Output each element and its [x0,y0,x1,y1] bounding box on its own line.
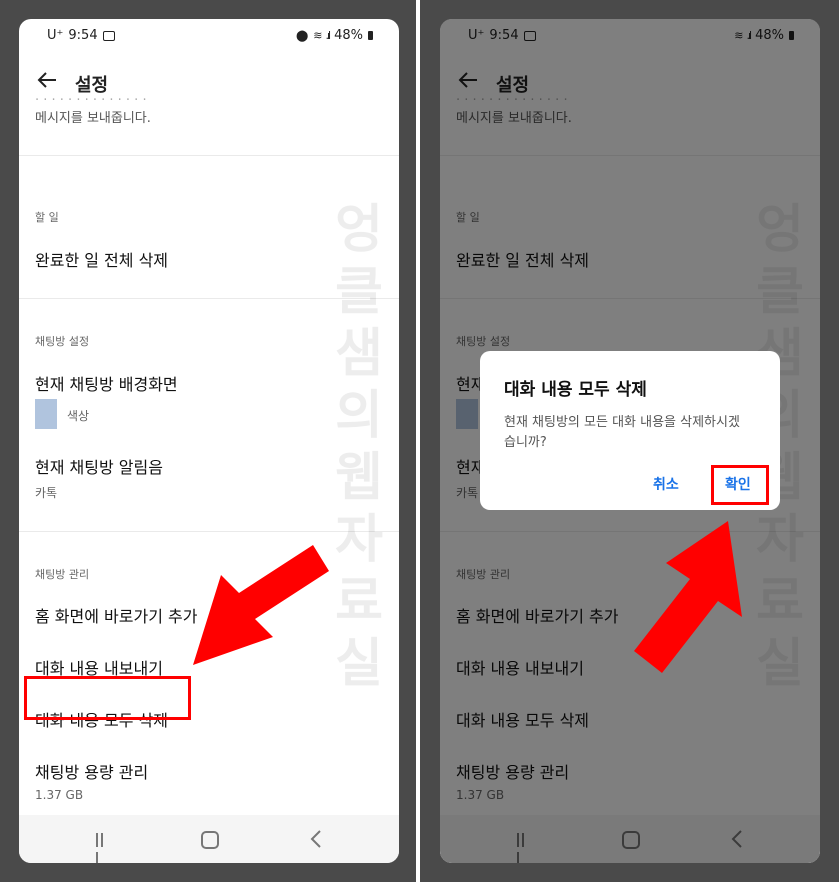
notification-sub: 카톡 [35,486,58,500]
highlight-box [711,465,769,505]
section-divider [19,155,399,156]
wifi-icon: ≋ [313,29,322,42]
phone-screen-left: U⁺ 9:54 ⬤ ≋ .ıl 48% 설정 · · · · · · · · ·… [19,19,399,863]
pointer-arrow-icon [634,521,742,673]
add-shortcut-item[interactable]: 홈 화면에 바로가기 추가 [35,603,197,627]
intro-text: 메시지를 보내줍니다. [35,111,151,126]
carrier-label: U⁺ [47,28,64,43]
clock: 9:54 [68,28,98,43]
dialog-message: 현재 채팅방의 모든 대화 내용을 삭제하시겠습니까? [504,415,740,450]
navigation-bar [19,815,399,863]
signal-icon: .ıl [325,29,330,42]
highlight-box [24,676,191,720]
notification-item[interactable]: 현재 채팅방 알림음 [35,454,163,478]
location-icon: ⬤ [295,29,309,42]
section-header-chatroom-settings: 채팅방 설정 [35,335,90,348]
battery-icon [368,31,373,40]
background-sub: 색상 [67,409,90,423]
gallery-icon [102,30,115,41]
panel-divider [416,0,420,882]
phone-screen-right: U⁺ 9:54 ≋ .ıl 48% 설정 · · · · · · · · · ·… [440,19,820,863]
cancel-button[interactable]: 취소 [653,474,679,494]
section-header-chatroom-manage: 채팅방 관리 [35,568,90,581]
back-arrow-icon[interactable] [36,69,58,91]
storage-item[interactable]: 채팅방 용량 관리 [35,759,148,783]
storage-sub: 1.37 GB [35,788,84,802]
cut-off-text: · · · · · · · · · · · · · · [35,97,147,105]
home-icon[interactable] [201,831,219,849]
nav-back-icon[interactable] [309,829,325,849]
color-swatch [35,399,57,429]
status-bar: U⁺ 9:54 ⬤ ≋ .ıl 48% [19,19,399,53]
dialog-title: 대화 내용 모두 삭제 [504,380,647,400]
battery-level: 48% [334,28,363,43]
page-title: 설정 [75,75,109,96]
pointer-arrow-icon [193,545,329,665]
background-item[interactable]: 현재 채팅방 배경화면 [35,371,178,395]
recent-apps-icon[interactable] [96,832,110,863]
todo-delete-all-item[interactable]: 완료한 일 전체 삭제 [35,247,168,271]
watermark: 엉클샘의웹자료실 [335,200,383,694]
section-header-todo: 할 일 [35,211,59,224]
